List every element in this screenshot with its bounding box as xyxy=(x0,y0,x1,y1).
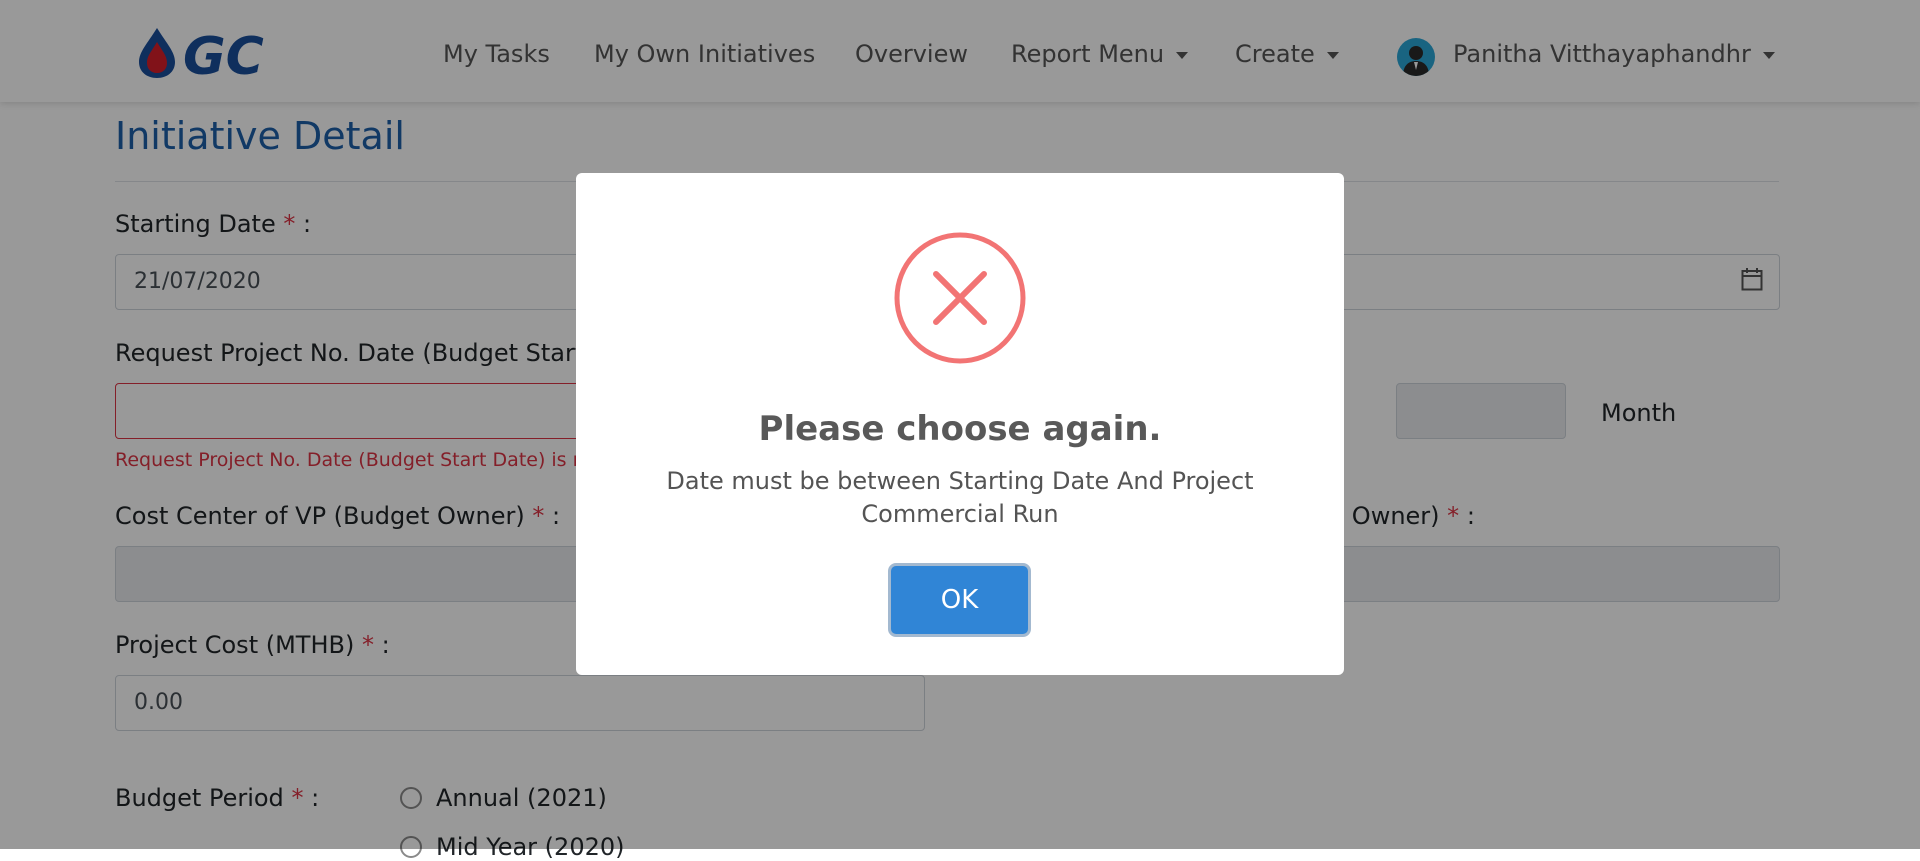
ok-button[interactable]: OK xyxy=(891,566,1028,634)
error-dialog: Please choose again. Date must be betwee… xyxy=(576,173,1344,675)
dialog-title: Please choose again. xyxy=(758,409,1162,449)
dialog-message: Date must be between Starting Date And P… xyxy=(666,467,1254,528)
error-x-icon xyxy=(894,232,1026,364)
